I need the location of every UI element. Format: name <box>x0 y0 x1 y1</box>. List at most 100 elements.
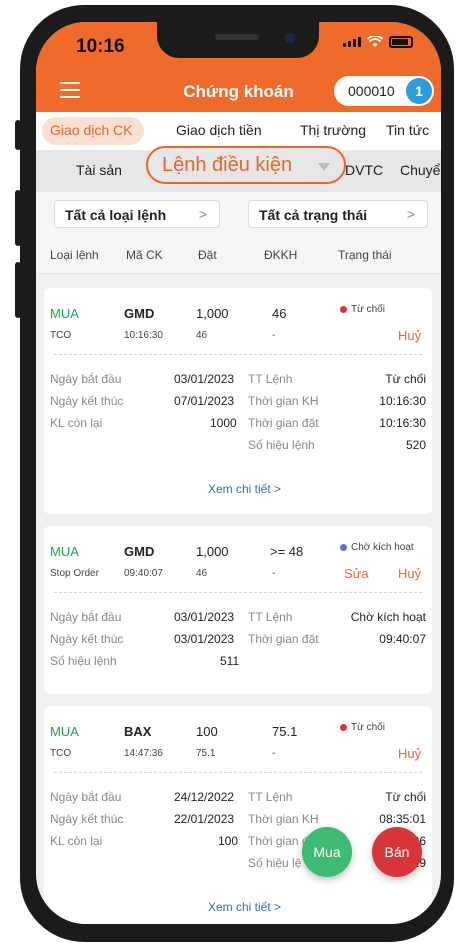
detail-label: KL còn lại <box>50 416 103 430</box>
detail-label: TT Lệnh <box>248 372 293 386</box>
battery-icon <box>389 36 413 48</box>
detail-label: Ngày kết thúc <box>50 394 124 408</box>
order-status-text: Từ chối <box>351 722 385 733</box>
order-time: 10:16:30 <box>124 330 163 341</box>
detail-value: 03/01/2023 <box>174 372 235 386</box>
order-card[interactable]: MUA BAX 100 75.1 Từ chối TCO 14:47:36 75… <box>44 706 432 924</box>
subtab-tai-san[interactable]: Tài sản <box>76 162 122 178</box>
tab-thi-truong[interactable]: Thị trường <box>300 122 366 138</box>
filter-bar: Tất cả loại lệnh > Tất cả trạng thái > <box>36 192 441 236</box>
status-dot-icon <box>340 305 347 313</box>
order-quantity: 1,000 <box>196 544 229 559</box>
detail-value: 22/01/2023 <box>174 812 235 826</box>
order-side: MUA <box>50 306 79 321</box>
dropdown-triangle-icon <box>318 163 330 171</box>
status-dot-icon <box>340 543 347 551</box>
order-card[interactable]: MUA GMD 1,000 >= 48 Chờ kích hoạt Stop O… <box>44 526 432 694</box>
main-tabs: Giao dịch CK Giao dịch tiền Thị trường T… <box>36 112 441 150</box>
notch <box>157 22 319 58</box>
order-side: MUA <box>50 724 79 739</box>
detail-value: 07/01/2023 <box>174 394 235 408</box>
status-filter[interactable]: Tất cả trạng thái > <box>248 200 428 228</box>
order-type-filter[interactable]: Tất cả loại lệnh > <box>54 200 220 228</box>
order-symbol: BAX <box>124 724 152 739</box>
col-condition: ĐKKH <box>264 248 298 262</box>
subtab-chuyen[interactable]: Chuyể <box>400 162 440 178</box>
subtab-lenh-dieu-kien[interactable]: Lệnh điều kiện <box>146 146 346 184</box>
order-type: TCO <box>50 330 72 341</box>
subtab-active-label: Lệnh điều kiện <box>162 154 293 176</box>
order-symbol: GMD <box>124 544 155 559</box>
detail-label: Số hiệu lệnh <box>248 438 315 452</box>
status-time: 10:16 <box>76 36 125 57</box>
view-details-link[interactable]: Xem chi tiết > <box>208 482 281 496</box>
detail-label: Thời gian KH <box>248 394 319 408</box>
cancel-button[interactable]: Huỷ <box>398 328 421 343</box>
detail-label: Thời gian đặt <box>248 632 319 646</box>
order-status-text: Từ chối <box>351 304 385 315</box>
order-side: MUA <box>50 544 79 559</box>
phone-side-button <box>15 120 21 150</box>
tab-giao-dich-ck[interactable]: Giao dịch CK <box>50 122 132 138</box>
edit-button[interactable]: Sửa <box>344 566 369 581</box>
detail-label: Ngày bắt đầu <box>50 372 122 386</box>
order-price: 75.1 <box>196 748 216 759</box>
tab-giao-dich-tien[interactable]: Giao dịch tiền <box>176 122 262 138</box>
detail-value: Từ chối <box>385 372 426 386</box>
detail-value: 10:16:30 <box>379 416 426 430</box>
order-condition-sub: - <box>272 568 276 579</box>
detail-value: 03/01/2023 <box>174 610 235 624</box>
cancel-button[interactable]: Huỷ <box>398 746 421 761</box>
detail-value: 1000 <box>210 416 237 430</box>
cancel-button[interactable]: Huỷ <box>398 566 421 581</box>
wifi-icon <box>367 36 383 47</box>
detail-label: Ngày kết thúc <box>50 632 124 646</box>
detail-value: 511 <box>220 654 240 668</box>
order-price: 46 <box>196 568 208 579</box>
col-status: Trạng thái <box>338 248 392 262</box>
order-condition: 46 <box>272 306 287 321</box>
detail-value: Từ chối <box>385 790 426 804</box>
view-details-link[interactable]: Xem chi tiết > <box>208 900 281 914</box>
detail-value: 09:40:07 <box>379 632 426 646</box>
order-card[interactable]: MUA GMD 1,000 46 Từ chối TCO 10:16:30 46… <box>44 288 432 514</box>
chevron-right-icon: > <box>406 206 415 222</box>
detail-value: 100 <box>218 834 239 848</box>
app-screen: 10:16 Chứng khoán 000010 1 Giao dịch CK … <box>36 22 441 924</box>
detail-value: 24/12/2022 <box>174 790 235 804</box>
order-quantity: 1,000 <box>196 306 229 321</box>
signal-icon <box>343 37 361 47</box>
order-quantity: 100 <box>196 724 218 739</box>
top-nav: Chứng khoán 000010 1 <box>36 72 441 112</box>
status-filter-label: Tất cả trạng thái <box>259 207 368 223</box>
tab-tin-tuc[interactable]: Tin tức <box>386 122 429 138</box>
detail-label: Ngày bắt đầu <box>50 790 122 804</box>
detail-value: Chờ kích hoạt <box>350 610 426 624</box>
col-symbol: Mã CK <box>126 248 163 262</box>
detail-label: Ngày bắt đầu <box>50 610 122 624</box>
divider <box>54 354 422 355</box>
order-status: Từ chối <box>340 722 385 733</box>
order-condition: 75.1 <box>272 724 298 739</box>
detail-label: KL còn lại <box>50 834 103 848</box>
column-header: Loại lệnh Mã CK Đặt ĐKKH Trạng thái <box>36 236 441 274</box>
account-number: 000010 <box>348 83 395 99</box>
buy-button[interactable]: Mua <box>302 827 352 877</box>
detail-label: TT Lệnh <box>248 790 293 804</box>
divider <box>54 592 422 593</box>
detail-label: Ngày kết thúc <box>50 812 124 826</box>
order-status-text: Chờ kích hoạt <box>351 542 414 553</box>
detail-value: 03/01/2023 <box>174 632 235 646</box>
account-badge: 1 <box>406 78 432 104</box>
order-condition-sub: - <box>272 748 276 759</box>
chevron-right-icon: > <box>198 206 207 222</box>
sell-button[interactable]: Bán <box>372 827 422 877</box>
detail-label: Thời gian đặt <box>248 416 319 430</box>
order-price: 46 <box>196 330 208 341</box>
account-selector[interactable]: 000010 1 <box>334 76 434 106</box>
divider <box>54 772 422 773</box>
order-type: TCO <box>50 748 72 759</box>
order-time: 09:40:07 <box>124 568 163 579</box>
subtab-dvtc[interactable]: DVTC <box>345 162 383 178</box>
order-symbol: GMD <box>124 306 155 321</box>
